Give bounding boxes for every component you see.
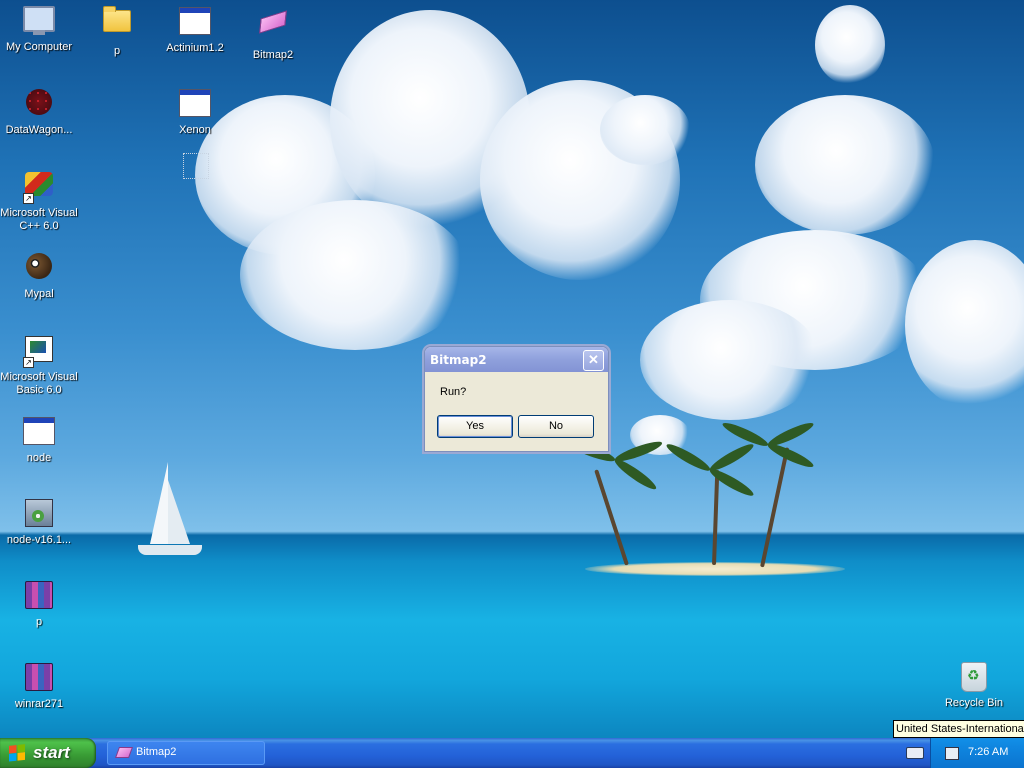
icon-label: Microsoft Visual Basic 6.0 [0,371,78,396]
winrar-icon [25,663,53,691]
cloud [600,95,690,165]
icon-label: DataWagon... [5,124,73,136]
yes-button[interactable]: Yes [437,415,513,438]
icon-label: winrar271 [14,698,64,710]
run-dialog: Bitmap2 ✕ Run? Yes No [424,346,609,452]
icon-label: p [113,45,121,57]
palm-trunk [712,469,720,566]
system-tray: 7:26 AM [930,738,1024,768]
winrar-icon [25,581,53,609]
desktop-icon-p-folder[interactable]: p [78,4,156,58]
icon-label: Recycle Bin [944,697,1004,709]
eraser-icon [114,747,134,758]
clock[interactable]: 7:26 AM [968,746,1008,758]
cloud [755,95,935,235]
icon-label: Bitmap2 [252,49,294,61]
eraser-icon [259,10,287,34]
icon-label: p [35,616,43,628]
desktop-icon-recycle-bin[interactable]: Recycle Bin [935,660,1013,710]
desktop-icon-xenon[interactable]: Xenon [156,86,234,137]
keyboard-layout-tooltip: United States-International [893,720,1024,738]
palm-frond [664,440,713,475]
sailboat-sail [150,462,168,544]
folder-icon [103,6,131,32]
window-app-icon [23,417,55,445]
recycle-bin-icon [961,662,987,692]
desktop-icon-winrar271[interactable]: winrar271 [0,660,78,711]
taskbar-button-bitmap2[interactable]: Bitmap2 [107,741,265,765]
window-app-icon [179,89,211,117]
close-icon[interactable]: ✕ [583,350,604,371]
cloud [640,300,820,420]
start-button[interactable]: start [0,738,96,768]
cloud [815,5,885,85]
shortcut-arrow-icon: ↗ [23,357,34,368]
mypal-icon [26,253,52,279]
datawagon-icon [26,89,52,115]
dialog-titlebar[interactable]: Bitmap2 ✕ [425,347,608,372]
taskbar-button-label: Bitmap2 [136,746,177,758]
desktop-icon-datawagon[interactable]: DataWagon... [0,86,78,137]
icon-label: Mypal [24,288,54,300]
palm-trunk [594,469,629,566]
windows-logo-icon [9,744,25,762]
icon-label: node [26,452,52,464]
desktop-icon-visual-basic[interactable]: ↗ Microsoft Visual Basic 6.0 [0,332,78,397]
icon-label: Microsoft Visual C++ 6.0 [0,207,78,232]
no-button[interactable]: No [518,415,594,438]
dialog-message: Run? [440,386,467,398]
icon-label: node-v16.1... [6,534,72,546]
installer-icon [25,499,53,527]
taskbar: start Bitmap2 7:26 AM [0,738,1024,768]
network-icon[interactable] [945,747,959,760]
icon-label: Actinium1.2 [166,42,224,54]
window-app-icon [179,7,211,35]
selection-rectangle [183,153,209,179]
desktop-icon-mypal[interactable]: Mypal [0,250,78,301]
desktop-icon-my-computer[interactable]: My Computer [0,4,78,54]
palm-frond [612,455,659,493]
desktop-icon-actinium[interactable]: Actinium1.2 [156,4,234,55]
icon-label: Xenon [179,124,211,136]
shortcut-arrow-icon: ↗ [23,193,34,204]
sailboat-hull [138,545,202,555]
dialog-title: Bitmap2 [430,353,487,367]
desktop-icon-node[interactable]: node [0,414,78,465]
icon-label: My Computer [5,41,73,53]
cloud [905,240,1024,410]
keyboard-layout-icon[interactable] [906,747,924,759]
start-label: start [33,743,70,762]
cloud [240,200,470,350]
palm-trunk [760,447,790,568]
desktop-icon-p-rar[interactable]: p [0,578,78,629]
palm-frond [765,440,816,471]
computer-icon [23,6,55,35]
desktop-icon-visual-cpp[interactable]: ↗ Microsoft Visual C++ 6.0 [0,168,78,233]
sailboat-jib [168,480,190,544]
desktop-icon-bitmap2[interactable]: Bitmap2 [234,4,312,62]
desktop-icon-node-installer[interactable]: node-v16.1... [0,496,78,547]
